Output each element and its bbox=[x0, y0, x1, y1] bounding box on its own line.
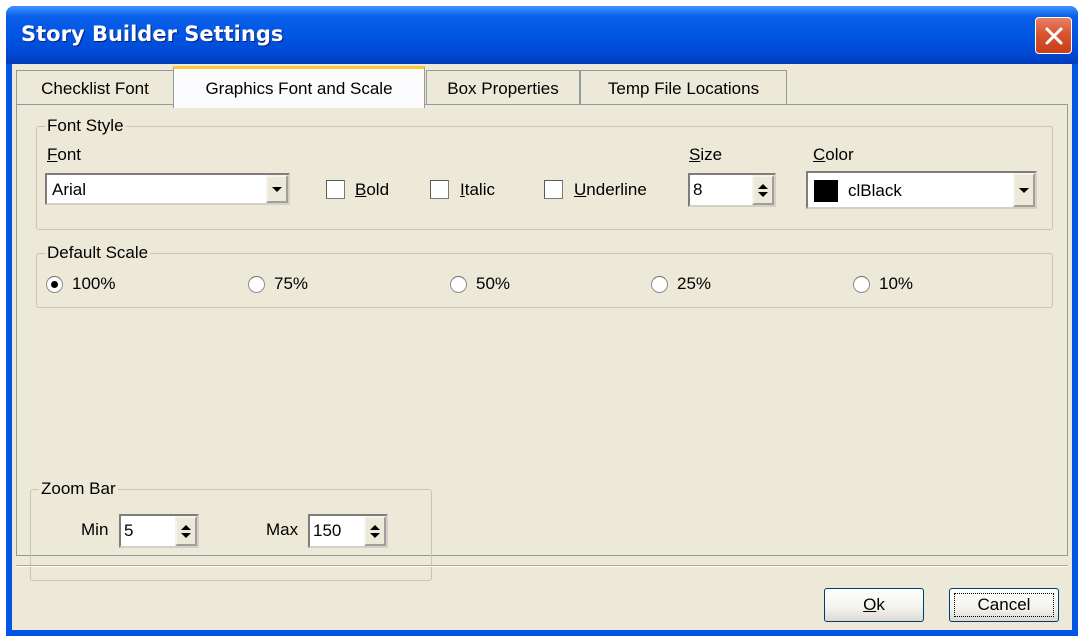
scale-radio-10[interactable] bbox=[853, 276, 870, 293]
tab-page-graphics: Font Style Font Arial Bold Italic Underl… bbox=[16, 104, 1068, 581]
zoom-bar-legend: Zoom Bar bbox=[39, 479, 118, 499]
scale-radio-25[interactable] bbox=[651, 276, 668, 293]
size-spin-buttons[interactable] bbox=[752, 175, 774, 205]
focus-rect bbox=[954, 593, 1054, 617]
scale-radio-100[interactable] bbox=[46, 276, 63, 293]
cancel-button[interactable]: Cancel bbox=[949, 588, 1059, 622]
chevron-down-icon bbox=[272, 186, 282, 192]
zoom-bar-group: Zoom Bar Min 5 Max 150 bbox=[30, 479, 432, 581]
zoom-min-label: Min bbox=[81, 520, 109, 539]
title-bar[interactable]: Story Builder Settings bbox=[6, 6, 1078, 64]
ok-accel-letter: O bbox=[863, 595, 877, 614]
arrow-up-icon[interactable] bbox=[370, 524, 380, 530]
radio-selected-dot bbox=[51, 281, 58, 288]
window-title: Story Builder Settings bbox=[21, 22, 284, 46]
color-dropdown[interactable]: clBlack bbox=[806, 171, 1037, 209]
underline-checkbox[interactable] bbox=[544, 180, 563, 199]
dialog-client-area: Checklist Font Graphics Font and Scale B… bbox=[12, 64, 1072, 630]
tab-graphics-font-and-scale[interactable]: Graphics Font and Scale bbox=[173, 66, 425, 108]
underline-label[interactable]: Underline bbox=[574, 180, 647, 200]
tab-temp-file-locations[interactable]: Temp File Locations bbox=[580, 70, 787, 106]
ok-label-rest: k bbox=[876, 595, 885, 614]
bold-label[interactable]: Bold bbox=[355, 180, 389, 200]
tab-checklist-font[interactable]: Checklist Font bbox=[16, 70, 174, 106]
zoom-max-label: Max bbox=[266, 520, 299, 539]
default-scale-group: Default Scale 100% 75% 50% 25% 10% bbox=[36, 243, 1053, 308]
bold-checkbox[interactable] bbox=[326, 180, 345, 199]
default-scale-legend: Default Scale bbox=[45, 243, 151, 263]
ok-button[interactable]: Ok bbox=[824, 588, 924, 622]
font-dropdown[interactable]: Arial bbox=[45, 173, 290, 205]
color-swatch bbox=[814, 180, 838, 202]
arrow-up-icon[interactable] bbox=[758, 183, 768, 189]
tab-label: Graphics Font and Scale bbox=[205, 78, 393, 98]
size-spinner[interactable]: 8 bbox=[688, 173, 776, 207]
zoom-min-value: 5 bbox=[124, 521, 134, 540]
font-style-legend: Font Style bbox=[45, 116, 126, 136]
arrow-down-icon[interactable] bbox=[758, 191, 768, 197]
italic-label[interactable]: Italic bbox=[460, 180, 495, 200]
tab-box-properties[interactable]: Box Properties bbox=[426, 70, 580, 106]
arrow-down-icon[interactable] bbox=[370, 532, 380, 538]
font-dropdown-arrow[interactable] bbox=[266, 175, 288, 203]
tab-label: Checklist Font bbox=[41, 78, 149, 98]
scale-radio-50[interactable] bbox=[450, 276, 467, 293]
font-style-group: Font Style Font Arial Bold Italic Underl… bbox=[36, 116, 1053, 230]
arrow-up-icon[interactable] bbox=[181, 524, 191, 530]
close-button[interactable] bbox=[1035, 17, 1072, 54]
arrow-down-icon[interactable] bbox=[181, 532, 191, 538]
scale-label-75[interactable]: 75% bbox=[274, 274, 308, 294]
font-label: Font bbox=[47, 145, 82, 164]
close-icon bbox=[1045, 27, 1062, 44]
tab-label: Temp File Locations bbox=[607, 78, 760, 98]
zoom-max-spinner[interactable]: 150 bbox=[308, 514, 388, 548]
zoom-min-spinner[interactable]: 5 bbox=[119, 514, 199, 548]
scale-label-25[interactable]: 25% bbox=[677, 274, 711, 294]
zoom-min-spin-buttons[interactable] bbox=[175, 516, 197, 546]
scale-label-100[interactable]: 100% bbox=[72, 274, 115, 294]
chevron-down-icon bbox=[1019, 187, 1029, 193]
settings-dialog: Story Builder Settings Checklist Font Gr… bbox=[6, 6, 1078, 636]
color-label: Color bbox=[813, 145, 854, 164]
tab-label: Box Properties bbox=[447, 78, 559, 98]
color-dropdown-arrow[interactable] bbox=[1013, 173, 1035, 207]
scale-label-10[interactable]: 10% bbox=[879, 274, 913, 294]
zoom-max-value: 150 bbox=[313, 521, 342, 540]
bottom-separator bbox=[16, 565, 1068, 567]
zoom-max-spin-buttons[interactable] bbox=[364, 516, 386, 546]
size-value: 8 bbox=[693, 180, 703, 199]
italic-checkbox[interactable] bbox=[430, 180, 449, 199]
ok-label: Ok bbox=[863, 595, 885, 615]
size-label: Size bbox=[689, 145, 723, 164]
color-value: clBlack bbox=[848, 181, 902, 200]
scale-label-50[interactable]: 50% bbox=[476, 274, 510, 294]
font-value: Arial bbox=[52, 180, 87, 199]
scale-radio-75[interactable] bbox=[248, 276, 265, 293]
